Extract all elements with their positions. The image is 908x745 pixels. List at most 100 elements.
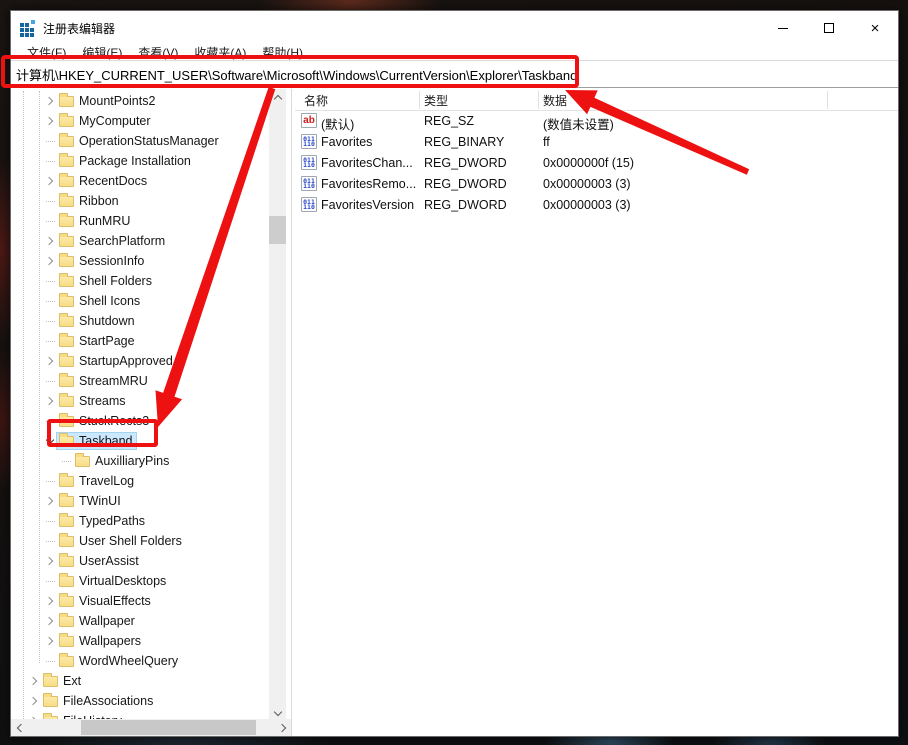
tree-item-runmru[interactable]: RunMRU: [43, 211, 291, 231]
column-header-type[interactable]: 类型: [424, 92, 448, 109]
tree-node-body[interactable]: SessionInfo: [57, 253, 147, 269]
value-row-favoriteschan[interactable]: 011110FavoritesChan...REG_DWORD0x0000000…: [295, 153, 898, 174]
tree-item-searchplatform[interactable]: SearchPlatform: [43, 231, 291, 251]
value-row-[interactable]: ab(默认)REG_SZ(数值未设置): [295, 111, 898, 132]
tree-node-body[interactable]: Wallpapers: [57, 633, 144, 649]
tree-item-mountpoints2[interactable]: MountPoints2: [43, 91, 291, 111]
scroll-up-icon[interactable]: [269, 89, 286, 106]
tree-vertical-scrollbar[interactable]: [269, 89, 286, 722]
tree-item-visualeffects[interactable]: VisualEffects: [43, 591, 291, 611]
vertical-scroll-thumb[interactable]: [269, 216, 286, 244]
tree-item-ribbon[interactable]: Ribbon: [43, 191, 291, 211]
tree-item-twinui[interactable]: TWinUI: [43, 491, 291, 511]
tree-node-body[interactable]: MyComputer: [57, 113, 154, 129]
menu-item-a[interactable]: 收藏夹(A): [186, 44, 254, 61]
chevron-right-icon[interactable]: [43, 398, 57, 404]
tree-node-body[interactable]: OperationStatusManager: [57, 133, 222, 149]
tree-node-body[interactable]: Package Installation: [57, 153, 194, 169]
value-row-favoritesremo[interactable]: 011110FavoritesRemo...REG_DWORD0x0000000…: [295, 174, 898, 195]
tree-item-stuckrects3[interactable]: StuckRects3: [43, 411, 291, 431]
chevron-right-icon[interactable]: [27, 698, 41, 704]
tree-node-body[interactable]: Shutdown: [57, 313, 138, 329]
chevron-right-icon[interactable]: [43, 498, 57, 504]
tree-item-startpage[interactable]: StartPage: [43, 331, 291, 351]
chevron-right-icon[interactable]: [43, 118, 57, 124]
column-header-data[interactable]: 数据: [543, 92, 567, 109]
tree-item-filehistory[interactable]: FileHistory: [27, 711, 291, 719]
tree-item-ext[interactable]: Ext: [27, 671, 291, 691]
tree-node-body[interactable]: Streams: [57, 393, 129, 409]
tree-node-body[interactable]: TypedPaths: [57, 513, 148, 529]
maximize-button[interactable]: [806, 11, 852, 45]
tree-node-body[interactable]: StartPage: [57, 333, 138, 349]
tree-node-body[interactable]: TravelLog: [57, 473, 137, 489]
tree-item-fileassociations[interactable]: FileAssociations: [27, 691, 291, 711]
menu-item-h[interactable]: 帮助(H): [254, 44, 311, 61]
tree-item-typedpaths[interactable]: TypedPaths: [43, 511, 291, 531]
tree-node-body[interactable]: RunMRU: [57, 213, 133, 229]
tree-node-body[interactable]: AuxilliaryPins: [73, 453, 172, 469]
tree-node-body[interactable]: RecentDocs: [57, 173, 150, 189]
tree-node-body[interactable]: WordWheelQuery: [57, 653, 181, 669]
tree-node-body[interactable]: Shell Icons: [57, 293, 143, 309]
chevron-right-icon[interactable]: [43, 638, 57, 644]
column-header-name[interactable]: 名称: [304, 92, 328, 109]
tree-item-taskband[interactable]: Taskband: [43, 431, 291, 451]
chevron-right-icon[interactable]: [43, 178, 57, 184]
chevron-right-icon[interactable]: [43, 618, 57, 624]
tree-node-body[interactable]: StreamMRU: [57, 373, 151, 389]
tree-node-body[interactable]: TWinUI: [57, 493, 124, 509]
chevron-right-icon[interactable]: [43, 238, 57, 244]
tree-node-body[interactable]: FileAssociations: [41, 693, 156, 709]
tree-item-virtualdesktops[interactable]: VirtualDesktops: [43, 571, 291, 591]
tree-item-sessioninfo[interactable]: SessionInfo: [43, 251, 291, 271]
tree-node-body[interactable]: MountPoints2: [57, 93, 158, 109]
tree-item-auxilliarypins[interactable]: AuxilliaryPins: [59, 451, 291, 471]
chevron-right-icon[interactable]: [43, 258, 57, 264]
tree-item-travellog[interactable]: TravelLog: [43, 471, 291, 491]
menu-item-f[interactable]: 文件(F): [19, 44, 74, 61]
scroll-left-icon[interactable]: [11, 719, 28, 736]
tree-node-body[interactable]: User Shell Folders: [57, 533, 185, 549]
tree-node-body[interactable]: StartupApproved: [57, 353, 176, 369]
tree-item-wallpapers[interactable]: Wallpapers: [43, 631, 291, 651]
horizontal-scroll-thumb[interactable]: [81, 720, 256, 735]
tree-item-streams[interactable]: Streams: [43, 391, 291, 411]
tree-item-recentdocs[interactable]: RecentDocs: [43, 171, 291, 191]
tree-item-streammru[interactable]: StreamMRU: [43, 371, 291, 391]
tree-horizontal-scrollbar[interactable]: [11, 719, 292, 736]
tree-item-package-installation[interactable]: Package Installation: [43, 151, 291, 171]
value-row-favorites[interactable]: 011110FavoritesREG_BINARYff: [295, 132, 898, 153]
tree-item-startupapproved[interactable]: StartupApproved: [43, 351, 291, 371]
menu-item-v[interactable]: 查看(V): [130, 44, 186, 61]
value-row-favoritesversion[interactable]: 011110FavoritesVersionREG_DWORD0x0000000…: [295, 195, 898, 216]
chevron-right-icon[interactable]: [43, 98, 57, 104]
tree-item-wallpaper[interactable]: Wallpaper: [43, 611, 291, 631]
tree-node-body[interactable]: UserAssist: [57, 553, 142, 569]
minimize-button[interactable]: [760, 11, 806, 45]
chevron-down-icon[interactable]: [43, 439, 57, 443]
chevron-right-icon[interactable]: [43, 598, 57, 604]
tree-item-shell-folders[interactable]: Shell Folders: [43, 271, 291, 291]
chevron-right-icon[interactable]: [43, 558, 57, 564]
tree-node-body[interactable]: Shell Folders: [57, 273, 155, 289]
tree-node-body[interactable]: Ribbon: [57, 193, 122, 209]
scroll-right-icon[interactable]: [275, 719, 292, 736]
tree-item-user-shell-folders[interactable]: User Shell Folders: [43, 531, 291, 551]
menu-item-e[interactable]: 编辑(E): [74, 44, 130, 61]
chevron-right-icon[interactable]: [43, 358, 57, 364]
tree-item-wordwheelquery[interactable]: WordWheelQuery: [43, 651, 291, 671]
address-bar[interactable]: 计算机\HKEY_CURRENT_USER\Software\Microsoft…: [11, 60, 898, 88]
tree-item-mycomputer[interactable]: MyComputer: [43, 111, 291, 131]
tree-item-shutdown[interactable]: Shutdown: [43, 311, 291, 331]
close-button[interactable]: ×: [852, 11, 898, 45]
tree-node-body[interactable]: Wallpaper: [57, 613, 138, 629]
tree-item-operationstatusmanager[interactable]: OperationStatusManager: [43, 131, 291, 151]
tree-item-userassist[interactable]: UserAssist: [43, 551, 291, 571]
chevron-right-icon[interactable]: [27, 678, 41, 684]
tree-node-body[interactable]: Ext: [41, 673, 84, 689]
tree-node-body[interactable]: SearchPlatform: [57, 233, 168, 249]
tree-node-body[interactable]: VirtualDesktops: [57, 573, 169, 589]
tree-item-shell-icons[interactable]: Shell Icons: [43, 291, 291, 311]
tree-node-body[interactable]: VisualEffects: [57, 593, 154, 609]
